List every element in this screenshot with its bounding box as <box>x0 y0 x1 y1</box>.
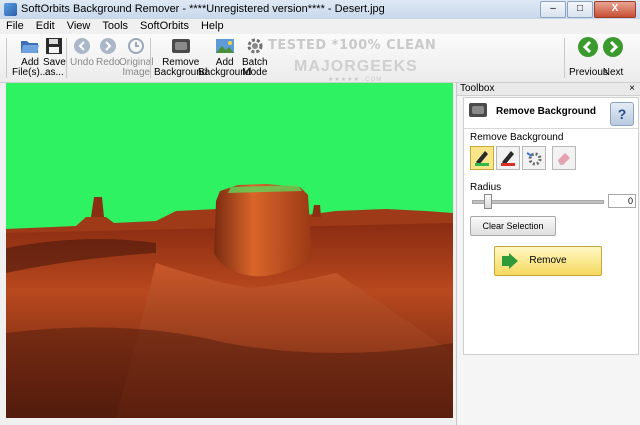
window-controls: – □ X <box>540 1 636 18</box>
next-button[interactable]: Next <box>602 36 624 78</box>
photo-frame-icon <box>468 102 488 121</box>
red-pencil-icon <box>501 151 515 166</box>
floppy-disk-icon <box>44 36 64 56</box>
menu-view[interactable]: View <box>61 19 97 34</box>
save-as-button[interactable]: Save as... <box>43 36 66 78</box>
menu-help[interactable]: Help <box>195 19 230 34</box>
app-icon <box>4 3 17 16</box>
section-label: Remove Background <box>470 132 564 143</box>
toolbox-pane: Toolbox × Remove Background ? Remove Bac… <box>456 83 640 425</box>
image-canvas[interactable] <box>6 83 453 418</box>
undo-button[interactable]: Undo <box>70 36 94 68</box>
landscape-photo-icon <box>215 36 235 56</box>
title-bar: SoftOrbits Background Remover - ****Unre… <box>0 0 640 20</box>
minimize-button[interactable]: – <box>540 1 566 18</box>
green-pencil-icon <box>475 151 489 166</box>
magic-gear-icon <box>526 152 542 166</box>
radius-slider-thumb[interactable] <box>484 194 492 209</box>
redo-arrow-icon <box>98 36 118 56</box>
original-image-button[interactable]: Original Image <box>119 36 153 78</box>
photo-frame-icon <box>171 36 191 56</box>
menu-softorbits[interactable]: SoftOrbits <box>134 19 195 34</box>
toolbar: Add File(s)... Save as... Undo Redo Orig… <box>0 34 640 83</box>
help-button[interactable]: ? <box>610 102 634 126</box>
menu-tools[interactable]: Tools <box>96 19 134 34</box>
toolbar-grip <box>6 38 7 78</box>
close-button[interactable]: X <box>594 1 636 18</box>
redo-button[interactable]: Redo <box>96 36 120 68</box>
clear-selection-button[interactable]: Clear Selection <box>470 216 556 236</box>
radius-slider[interactable] <box>472 194 604 209</box>
maximize-button[interactable]: □ <box>567 1 593 18</box>
menu-file[interactable]: File <box>0 19 30 34</box>
window-title: SoftOrbits Background Remover - ****Unre… <box>21 3 385 15</box>
gear-icon <box>245 36 265 56</box>
auto-brush-tool[interactable] <box>522 146 546 170</box>
batch-mode-button[interactable]: Batch Mode <box>242 36 268 78</box>
green-left-arrow-icon <box>577 36 599 58</box>
undo-arrow-icon <box>72 36 92 56</box>
toolbox-header: Toolbox × <box>457 83 640 96</box>
clock-icon <box>126 36 146 56</box>
eraser-tool[interactable] <box>552 146 576 170</box>
radius-label: Radius <box>470 182 502 193</box>
menu-bar: File Edit View Tools SoftOrbits Help <box>0 19 640 34</box>
folder-open-icon <box>20 36 40 56</box>
remove-background-panel: Remove Background ? Remove Background Ra… <box>463 97 639 355</box>
desert-photo <box>6 83 453 418</box>
green-right-arrow-icon <box>602 36 624 58</box>
menu-edit[interactable]: Edit <box>30 19 61 34</box>
remove-brush-tool[interactable] <box>496 146 520 170</box>
remove-button[interactable]: Remove <box>494 246 602 276</box>
keep-brush-tool[interactable] <box>470 146 494 170</box>
eraser-icon <box>558 153 570 165</box>
toolbox-close-icon[interactable]: × <box>629 83 635 95</box>
panel-title: Remove Background <box>468 102 596 121</box>
radius-value-field[interactable]: 0 <box>608 194 636 208</box>
brush-tools <box>470 146 576 170</box>
